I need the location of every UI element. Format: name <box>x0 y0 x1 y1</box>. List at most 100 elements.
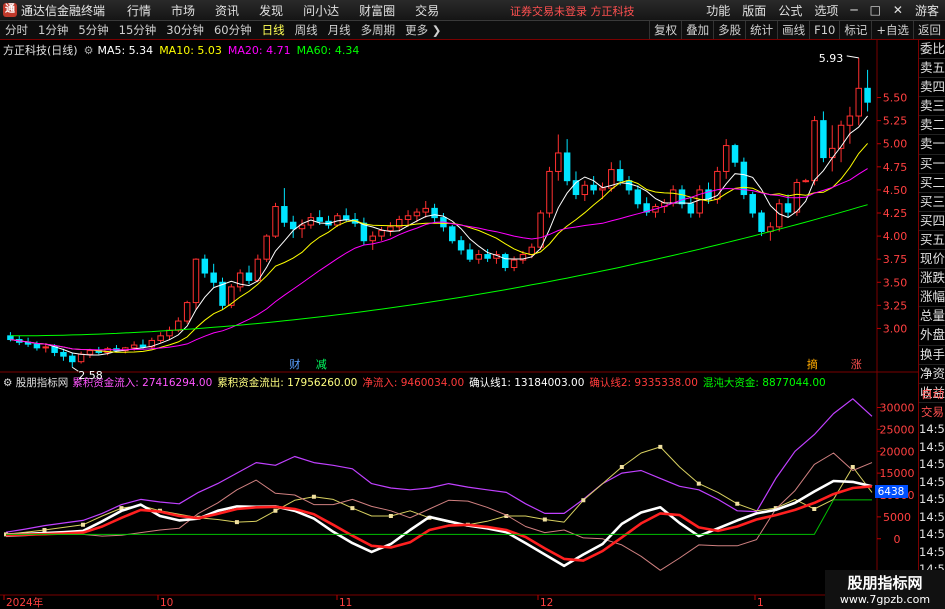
candle-body[interactable] <box>475 254 483 260</box>
candle-body[interactable] <box>219 281 226 306</box>
candle-body[interactable] <box>210 272 217 283</box>
trade-label: 14:56 <box>919 474 945 489</box>
candle-body[interactable] <box>466 249 474 260</box>
trade-label: 14:56 <box>919 422 945 436</box>
candle-body[interactable] <box>42 346 50 349</box>
candle-body[interactable] <box>245 272 253 281</box>
candle-body[interactable] <box>484 254 491 259</box>
candle-body[interactable] <box>175 320 182 331</box>
candle-body[interactable] <box>369 235 376 242</box>
candle-body[interactable] <box>802 180 809 183</box>
candle-body[interactable] <box>811 120 818 182</box>
quote-label: 买五 <box>919 231 945 251</box>
event-marker[interactable]: 减 <box>316 358 327 371</box>
candle-body[interactable] <box>431 207 438 219</box>
candle-body[interactable] <box>342 215 350 220</box>
stock-chart[interactable]: 5.50 5.25 5.00 4.75 4.50 4.25 4.00 3.75 3.50 3.25… <box>0 0 945 609</box>
candle-body[interactable] <box>289 221 297 230</box>
indicator-point <box>850 465 855 469</box>
candle-body[interactable] <box>625 180 633 191</box>
quote-label: 卖四 <box>919 78 945 98</box>
candle-body[interactable] <box>378 230 385 237</box>
candle-body[interactable] <box>555 152 562 172</box>
ma20-line <box>10 168 868 351</box>
candle-body[interactable] <box>281 206 288 223</box>
candle-body[interactable] <box>775 203 783 228</box>
candle-body[interactable] <box>33 343 41 349</box>
indicator-point <box>42 528 47 532</box>
date-label: 1 <box>757 597 764 609</box>
candle-body[interactable] <box>784 203 792 213</box>
candle-body[interactable] <box>599 187 606 191</box>
candle-body[interactable] <box>846 115 854 126</box>
candle-body[interactable] <box>69 355 76 363</box>
candle-body[interactable] <box>263 235 270 260</box>
candle-body[interactable] <box>634 189 642 205</box>
candle-body[interactable] <box>820 120 827 159</box>
candle-body[interactable] <box>7 335 14 341</box>
price-tick-label: 3.75 <box>883 253 908 266</box>
indicator-point <box>273 508 278 513</box>
candle-body[interactable] <box>192 258 200 304</box>
event-marker[interactable]: 摘 <box>807 357 818 371</box>
candle-body[interactable] <box>387 226 394 232</box>
candle-body[interactable] <box>272 206 279 237</box>
candle-body[interactable] <box>678 189 686 205</box>
quote-label: 卖一 <box>919 135 945 155</box>
ma10-line <box>10 143 868 353</box>
watermark: 股朋指标网 www.7gpzb.com <box>825 570 945 609</box>
candle-body[interactable] <box>139 344 147 348</box>
trade-label: 14:56 <box>919 544 945 559</box>
candle-body[interactable] <box>669 189 677 204</box>
candle-body[interactable] <box>183 302 191 322</box>
candle-body[interactable] <box>502 254 509 268</box>
price-tick-label: 4.25 <box>883 207 908 220</box>
candle-body[interactable] <box>731 145 739 163</box>
candle-body[interactable] <box>422 207 429 213</box>
candle-body[interactable] <box>413 211 421 217</box>
candle-body[interactable] <box>590 184 597 191</box>
candle-body[interactable] <box>687 203 695 214</box>
candle-body[interactable] <box>837 124 845 149</box>
candle-body[interactable] <box>758 212 765 232</box>
candle-body[interactable] <box>864 87 871 103</box>
event-marker[interactable]: 涨 <box>851 358 862 371</box>
candle-body[interactable] <box>563 152 571 182</box>
price-tick-label: 3.50 <box>883 276 908 289</box>
candle-body[interactable] <box>404 215 412 220</box>
quote-label: 卖二 <box>919 116 945 136</box>
candle-body[interactable] <box>86 350 94 355</box>
candle-body[interactable] <box>537 212 544 248</box>
candle-body[interactable] <box>722 145 730 172</box>
event-marker[interactable]: 财 <box>289 357 300 371</box>
candle-body[interactable] <box>855 87 862 117</box>
candle-body[interactable] <box>457 240 465 251</box>
price-tick-label: 4.50 <box>883 184 908 197</box>
candle-body[interactable] <box>581 184 589 196</box>
candle-body[interactable] <box>449 226 456 242</box>
indicator-point <box>311 494 316 499</box>
candle-body[interactable] <box>316 217 323 222</box>
indicator-point <box>234 520 239 525</box>
quote-label: 买三 <box>919 193 945 212</box>
candle-body[interactable] <box>157 335 164 341</box>
indicator-point <box>80 522 85 527</box>
candle-body[interactable] <box>749 194 756 214</box>
quote-label: 买四 <box>919 212 945 231</box>
price-tick-label: 3.25 <box>883 299 908 312</box>
candle-body[interactable] <box>60 351 67 357</box>
candle-body[interactable] <box>546 170 553 214</box>
quote-label: 买一 <box>919 155 945 174</box>
trade-label: 14:56 <box>919 509 945 524</box>
indicator-point <box>619 465 624 469</box>
candle-body[interactable] <box>616 169 624 182</box>
candle-body[interactable] <box>130 344 138 349</box>
candle-body[interactable] <box>510 259 518 268</box>
candle-body[interactable] <box>201 258 209 274</box>
candle-body[interactable] <box>77 353 85 363</box>
candle-body[interactable] <box>166 329 173 337</box>
price-annotation: 5.93 <box>819 52 844 65</box>
indicator-point <box>658 444 663 449</box>
candle-body[interactable] <box>528 246 536 256</box>
indicator-point <box>542 517 547 522</box>
